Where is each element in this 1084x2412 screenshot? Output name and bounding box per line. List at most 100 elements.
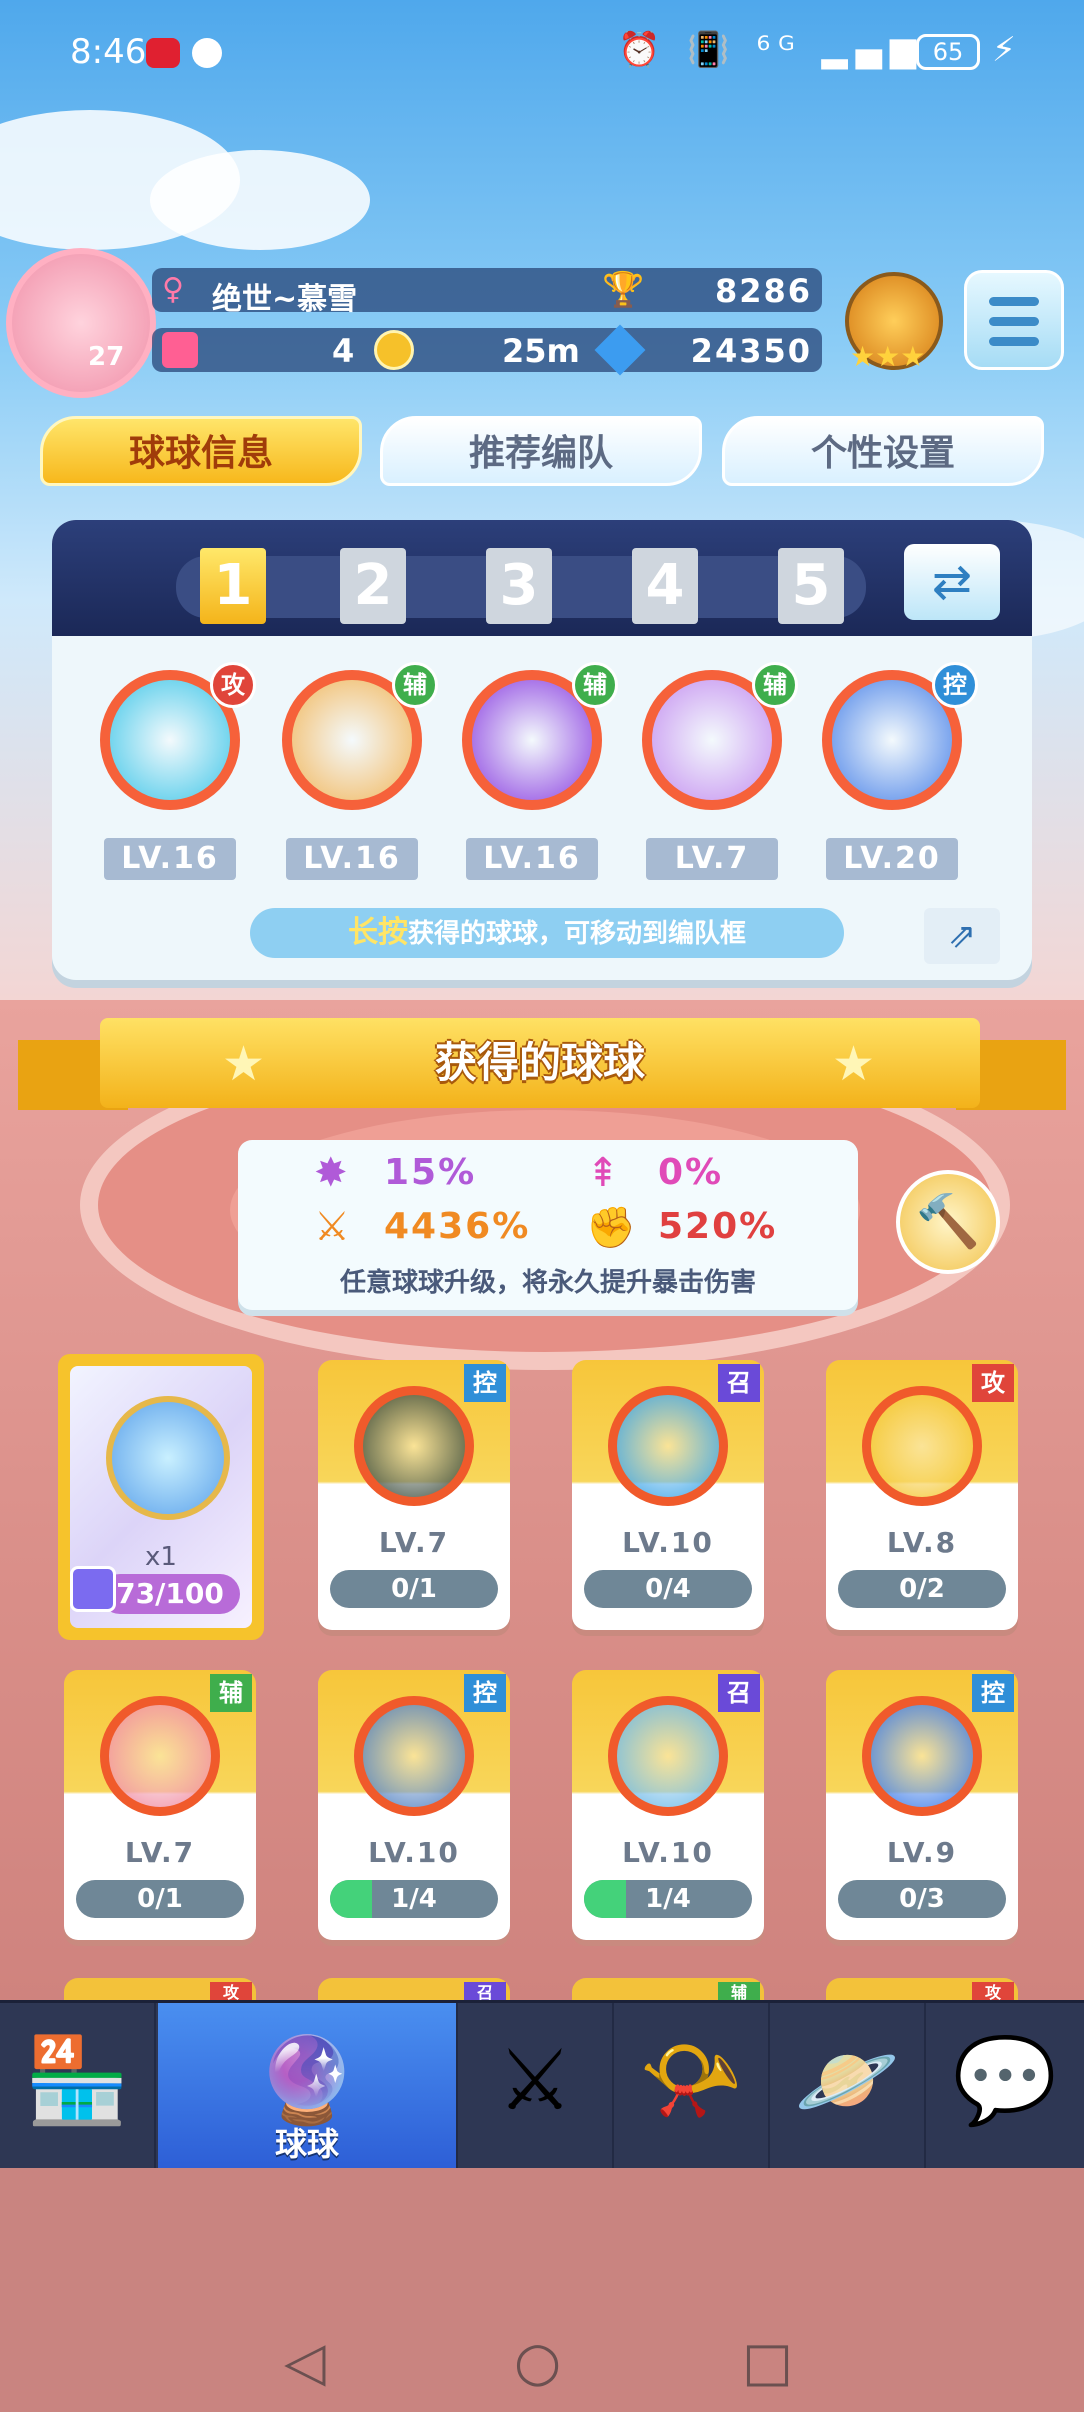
back-button[interactable]: ◁ <box>284 2330 326 2393</box>
ball-icon <box>354 1696 474 1816</box>
crit-damage-value: 4436% <box>384 1206 531 1247</box>
card-progress-bar: 0/1 <box>76 1880 244 1918</box>
team-ball-level: LV.16 <box>466 838 598 880</box>
browser-notification-icon <box>192 38 222 68</box>
ball-icon <box>354 1386 474 1506</box>
card-progress-text: 0/1 <box>391 1574 437 1604</box>
female-icon: ♀ <box>162 272 184 307</box>
whistle-icon: 📯 <box>638 2031 744 2129</box>
card-progress-bar: 0/2 <box>838 1570 1006 1608</box>
fragment-card[interactable]: x1 73/100 <box>58 1354 264 1640</box>
crit-damage-icon: ⚔ <box>314 1204 350 1250</box>
star-icon: ★ <box>832 1036 876 1092</box>
gem-count: 24350 <box>690 332 812 370</box>
planet-icon: 🪐 <box>794 2031 900 2129</box>
role-badge: 辅 <box>210 1674 252 1712</box>
home-button[interactable]: ○ <box>514 2330 561 2393</box>
bottom-nav: 🏪 🔮 球球 ⚔ 📯 🪐 💬 <box>0 2000 1084 2171</box>
card-currency-icon[interactable] <box>162 332 198 368</box>
team-ball-level: LV.20 <box>826 838 958 880</box>
coin-count: 25m <box>502 332 580 370</box>
ball-card[interactable]: 控 LV.7 0/1 <box>318 1360 510 1630</box>
coin-icon[interactable] <box>374 330 414 370</box>
stats-note: 任意球球升级，将永久提升暴击伤害 <box>339 1268 756 1298</box>
nav-item-battle[interactable]: ⚔ <box>458 2003 614 2171</box>
nav-item-ball[interactable]: 🔮 球球 <box>158 2003 458 2171</box>
ball-card[interactable]: 控 LV.9 0/3 <box>826 1670 1018 1940</box>
nav-item-planet[interactable]: 🪐 <box>770 2003 926 2171</box>
nav-item-whistle[interactable]: 📯 <box>614 2003 770 2171</box>
nav-label: 球球 <box>274 2125 339 2163</box>
role-badge: 控 <box>972 1674 1014 1712</box>
hint-key: 长按 <box>347 915 408 950</box>
hammer-upgrade-button[interactable]: 🔨 <box>896 1170 1000 1274</box>
ball-icon <box>608 1386 728 1506</box>
currency-bar: 4 25m 24350 <box>152 324 822 376</box>
team-slot-5[interactable]: 5 <box>778 548 844 624</box>
card-progress-bar: 1/4 <box>330 1880 498 1918</box>
puzzle-icon <box>70 1566 116 1612</box>
team-slot-1[interactable]: 1 <box>200 548 266 624</box>
team-slot-header: 1 2 3 4 5 ⇄ <box>52 520 1032 636</box>
ball-card-peek[interactable]: 辅 <box>572 1978 764 2004</box>
fragment-ball-icon <box>106 1396 230 1520</box>
gem-icon[interactable] <box>594 324 646 376</box>
tab-recommended-team[interactable]: 推荐编队 <box>380 416 702 486</box>
card-level: LV.7 <box>378 1526 450 1559</box>
card-progress-text: 1/4 <box>645 1884 691 1914</box>
ball-icon <box>862 1386 982 1506</box>
collection-banner: ★ 获得的球球 ★ <box>100 1018 980 1108</box>
crit-rate-icon: ✸ <box>314 1150 348 1196</box>
card-level: LV.10 <box>368 1836 460 1869</box>
card-progress-text: 0/1 <box>137 1884 183 1914</box>
role-badge: 攻 <box>210 662 256 708</box>
battery-icon: 65 <box>916 34 980 70</box>
ball-icon <box>100 1696 220 1816</box>
team-slot-3[interactable]: 3 <box>486 548 552 624</box>
tab-ball-info[interactable]: 球球信息 <box>40 416 362 486</box>
card-progress-bar: 0/1 <box>330 1570 498 1608</box>
menu-button[interactable] <box>964 270 1064 370</box>
ball-card[interactable]: 召 LV.10 1/4 <box>572 1670 764 1940</box>
chat-icon: 💬 <box>952 2031 1058 2129</box>
nav-item-shop[interactable]: 🏪 <box>0 2003 156 2171</box>
ball-card-peek[interactable]: 攻 <box>64 1978 256 2004</box>
card-level: LV.10 <box>622 1836 714 1869</box>
team-panel: 1 2 3 4 5 ⇄ 攻 LV.16 辅 LV.16 辅 LV.16 辅 LV.7 控 LV.2… <box>52 520 1032 980</box>
tab-personal-settings[interactable]: 个性设置 <box>722 416 1044 486</box>
ball-icon: 🔮 <box>254 2031 360 2129</box>
team-slot-4[interactable]: 4 <box>632 548 698 624</box>
ball-card[interactable]: 召 LV.10 0/4 <box>572 1360 764 1630</box>
role-badge: 攻 <box>972 1364 1014 1402</box>
status-time: 8:46 <box>70 32 147 72</box>
battle-icon: ⚔ <box>497 2031 573 2129</box>
status-bar: 8:46 ⏰ 📳 ⁶ᴳ ▂▄▆ 65 ⚡ <box>0 0 1084 110</box>
card-progress-text: 0/3 <box>899 1884 945 1914</box>
recent-apps-button[interactable]: □ <box>742 2330 793 2393</box>
role-badge: 召 <box>718 1364 760 1402</box>
card-progress-text: 1/4 <box>391 1884 437 1914</box>
ball-card-peek[interactable]: 攻 <box>826 1978 1018 2004</box>
trophy-icon: 🏆 <box>602 270 645 310</box>
role-badge: 控 <box>464 1674 506 1712</box>
rank-stars: ★★★ <box>850 340 926 373</box>
team-slot-2[interactable]: 2 <box>340 548 406 624</box>
ball-icon <box>862 1696 982 1816</box>
fist-value: 520% <box>658 1206 778 1247</box>
ball-card[interactable]: 攻 LV.8 0/2 <box>826 1360 1018 1630</box>
fragment-progress: 73/100 <box>100 1574 240 1614</box>
ball-card[interactable]: 控 LV.10 1/4 <box>318 1670 510 1940</box>
card-progress-text: 0/4 <box>645 1574 691 1604</box>
fist-icon: ✊ <box>586 1205 636 1251</box>
ball-card-peek[interactable]: 召 <box>318 1978 510 2004</box>
team-ball-level: LV.7 <box>646 838 778 880</box>
ball-card[interactable]: 辅 LV.7 0/1 <box>64 1670 256 1940</box>
nav-item-chat[interactable]: 💬 <box>926 2003 1084 2171</box>
swap-team-button[interactable]: ⇄ <box>904 544 1000 620</box>
card-level: LV.8 <box>886 1526 958 1559</box>
player-avatar[interactable] <box>6 248 156 398</box>
role-badge: 控 <box>464 1364 506 1402</box>
share-button[interactable]: ⇗ <box>924 908 1000 964</box>
card-level: LV.10 <box>622 1526 714 1559</box>
signal-icons: ⏰ 📳 ⁶ᴳ ▂▄▆ <box>618 30 924 70</box>
